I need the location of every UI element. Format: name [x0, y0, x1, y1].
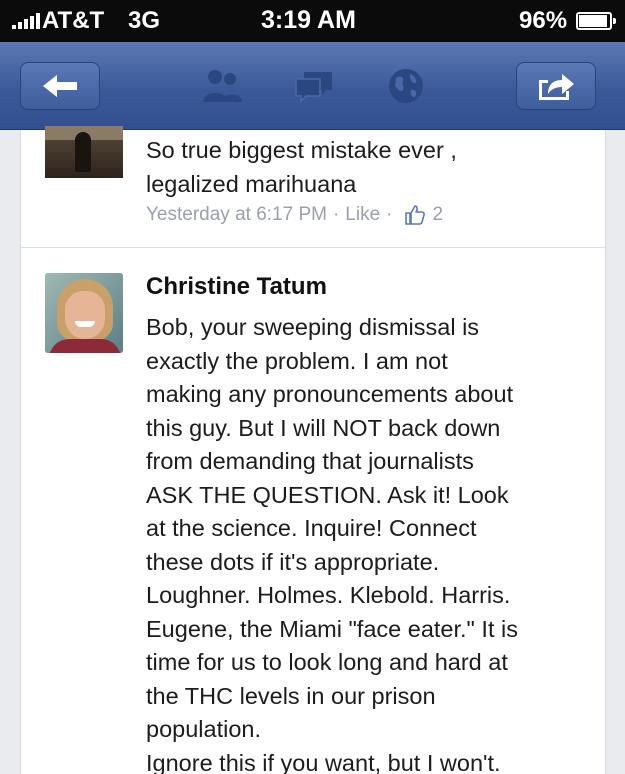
nav-bar [0, 42, 625, 130]
comment-author[interactable]: Christine Tatum [146, 273, 327, 301]
comment-timestamp: Yesterday at 6:17 PM [146, 204, 327, 225]
signal-strength-icon [12, 13, 40, 29]
comment-meta: Yesterday at 6:17 PM · Like · 2 [146, 204, 443, 226]
avatar[interactable] [45, 126, 123, 178]
meta-separator: · [332, 204, 340, 225]
status-bar: AT&T 3G 3:19 AM 96% [0, 0, 625, 42]
like-count: 2 [432, 204, 444, 225]
like-link[interactable]: Like [345, 204, 380, 226]
network-type: 3G [128, 7, 161, 34]
messages-icon[interactable] [292, 66, 336, 106]
thumbs-up-icon [404, 204, 426, 226]
friends-icon[interactable] [200, 66, 244, 106]
clock: 3:19 AM [261, 6, 356, 34]
share-button[interactable] [516, 62, 596, 110]
back-button[interactable] [20, 62, 100, 110]
comment-item: So true biggest mistake ever , legalized… [21, 126, 607, 248]
share-icon [539, 74, 574, 100]
battery-icon [576, 12, 616, 30]
carrier-name: AT&T [42, 7, 105, 34]
comment-item: Christine Tatum Bob, your sweeping dismi… [21, 249, 607, 774]
back-arrow-icon [43, 75, 77, 97]
meta-separator: · [386, 204, 393, 225]
globe-icon[interactable] [384, 66, 428, 106]
avatar[interactable] [45, 273, 123, 353]
battery-percent: 96% [519, 7, 568, 34]
comments-list: So true biggest mistake ever , legalized… [20, 126, 607, 774]
comment-text: Bob, your sweeping dismissal is exactly … [146, 314, 518, 774]
comment-text: So true biggest mistake ever , legalized… [146, 137, 457, 197]
